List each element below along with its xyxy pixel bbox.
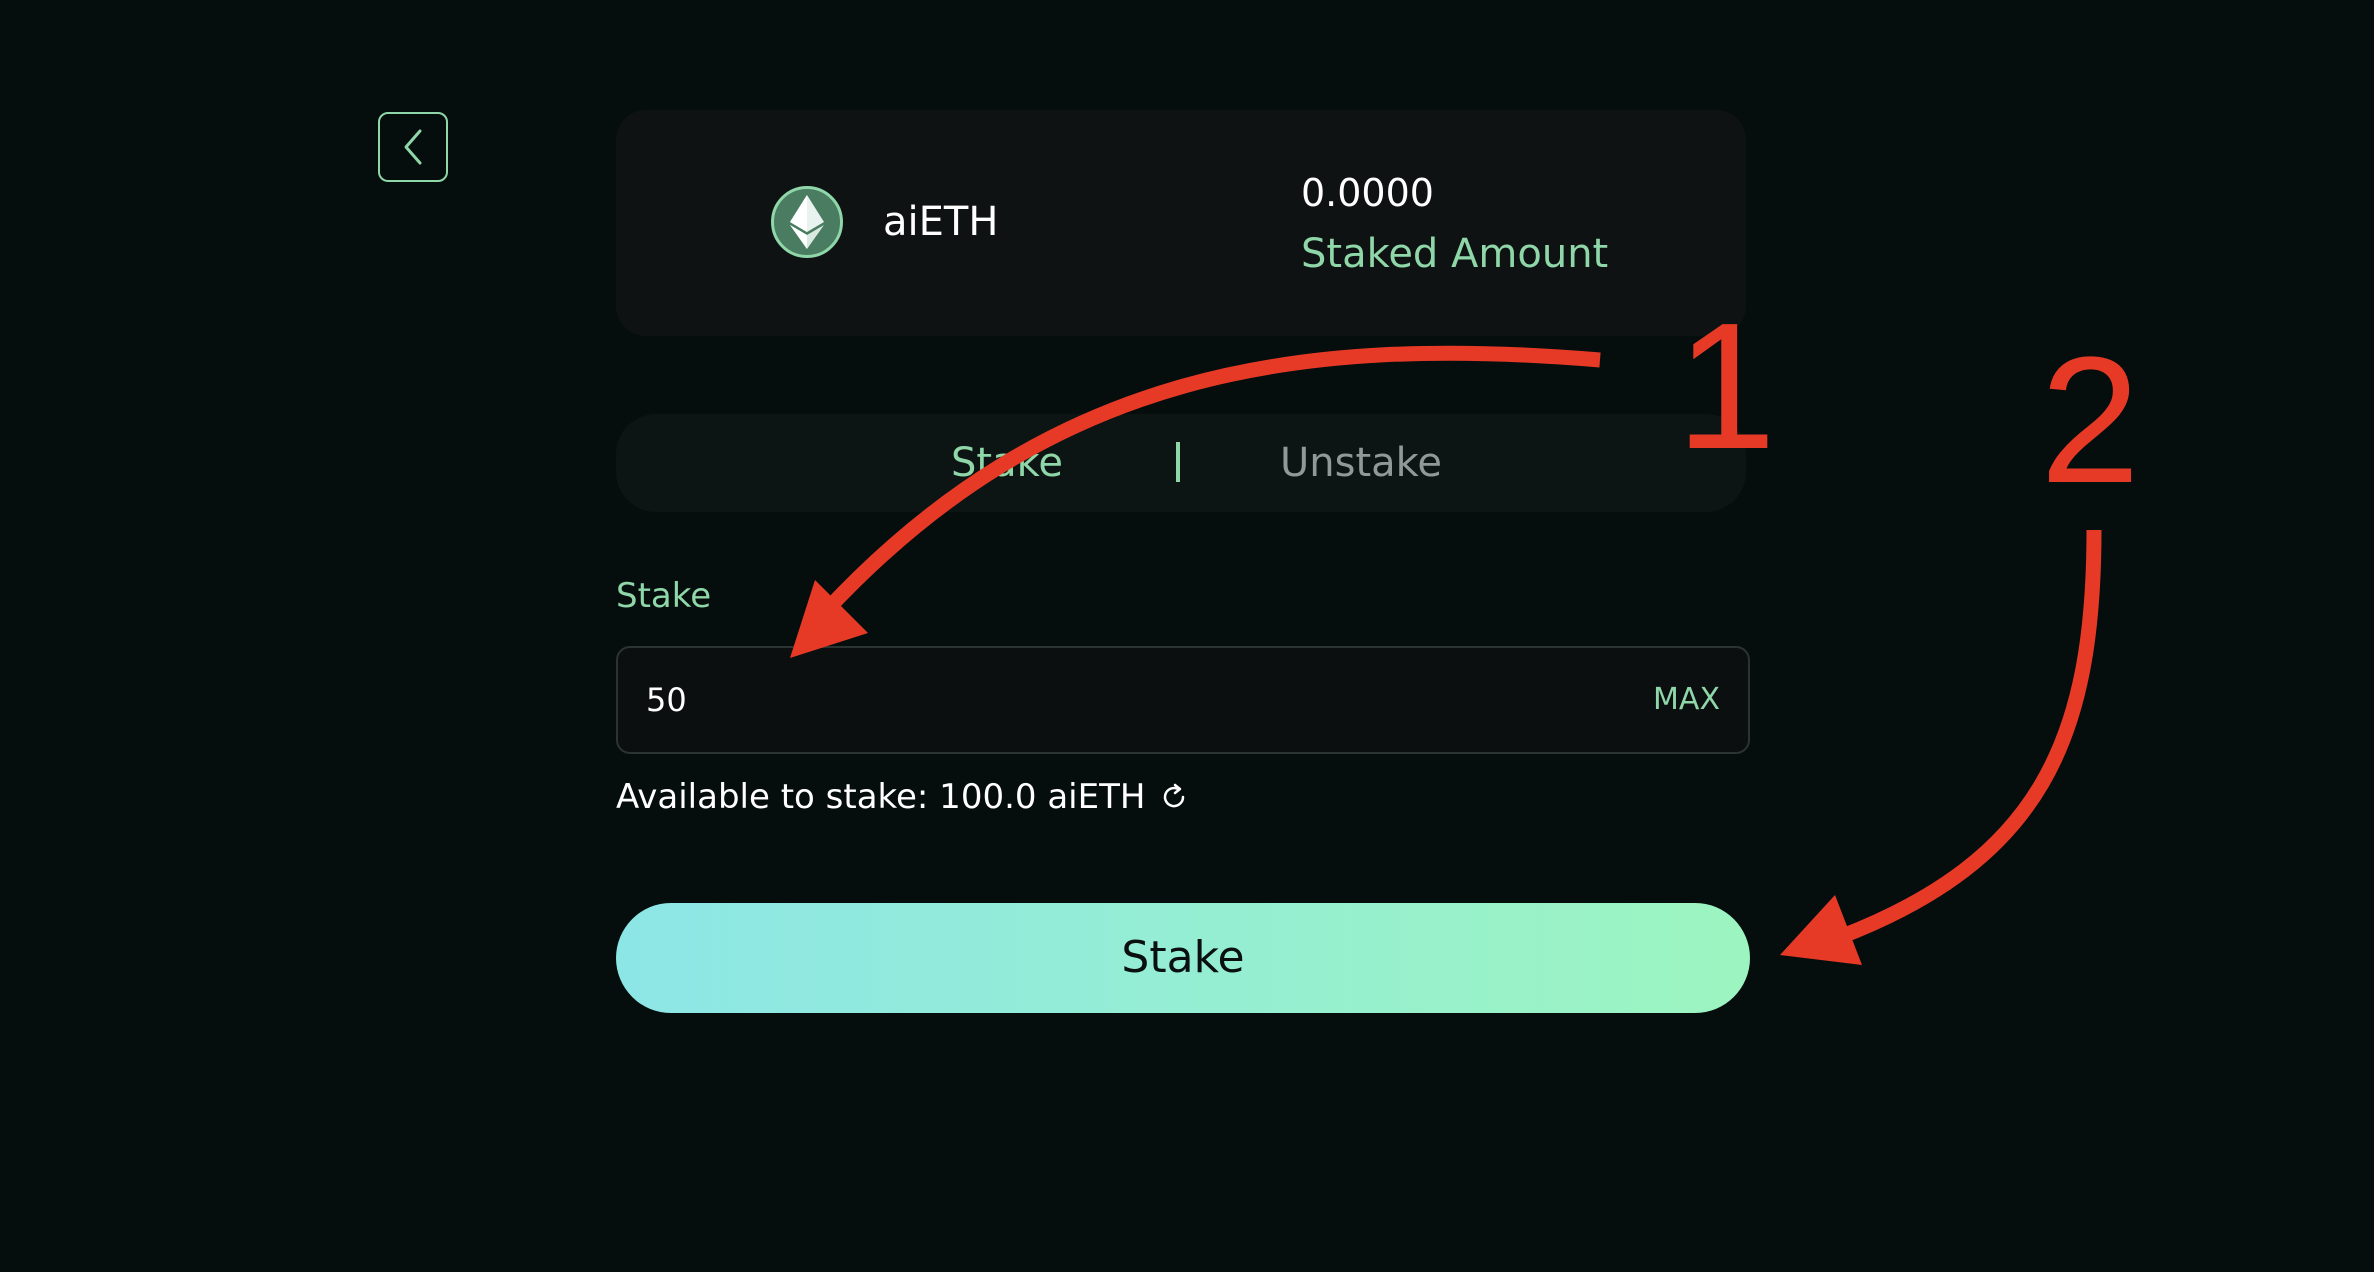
back-button[interactable] <box>378 112 448 182</box>
ethereum-icon <box>771 186 843 258</box>
staked-amount-label: Staked Amount <box>1301 231 1609 277</box>
stake-button[interactable]: Stake <box>616 903 1750 1013</box>
token-card: aiETH 0.0000 Staked Amount <box>616 110 1746 336</box>
annotation-arrowhead-2 <box>1780 895 1862 965</box>
chevron-left-icon <box>404 129 422 165</box>
available-balance-text: Available to stake: 100.0 aiETH <box>616 777 1146 817</box>
amount-field: MAX <box>616 646 1750 754</box>
staked-amount-value: 0.0000 <box>1301 171 1434 215</box>
tab-unstake[interactable]: Unstake <box>1280 437 1442 489</box>
tab-stake[interactable]: Stake <box>951 437 1063 489</box>
stake-amount-input[interactable] <box>646 674 1546 726</box>
refresh-icon[interactable] <box>1159 782 1189 812</box>
stake-unstake-tabs: Stake Unstake <box>616 414 1746 512</box>
stake-page: aiETH 0.0000 Staked Amount Stake Unstake… <box>0 0 2374 1272</box>
stake-input-label: Stake <box>616 576 712 616</box>
annotation-number-2: 2 <box>2040 320 2140 521</box>
annotation-arrow-2 <box>1837 529 2102 944</box>
tab-divider <box>1176 442 1180 482</box>
token-name: aiETH <box>883 199 999 245</box>
max-button[interactable]: MAX <box>1653 678 1720 722</box>
available-balance: Available to stake: 100.0 aiETH <box>616 774 1189 820</box>
